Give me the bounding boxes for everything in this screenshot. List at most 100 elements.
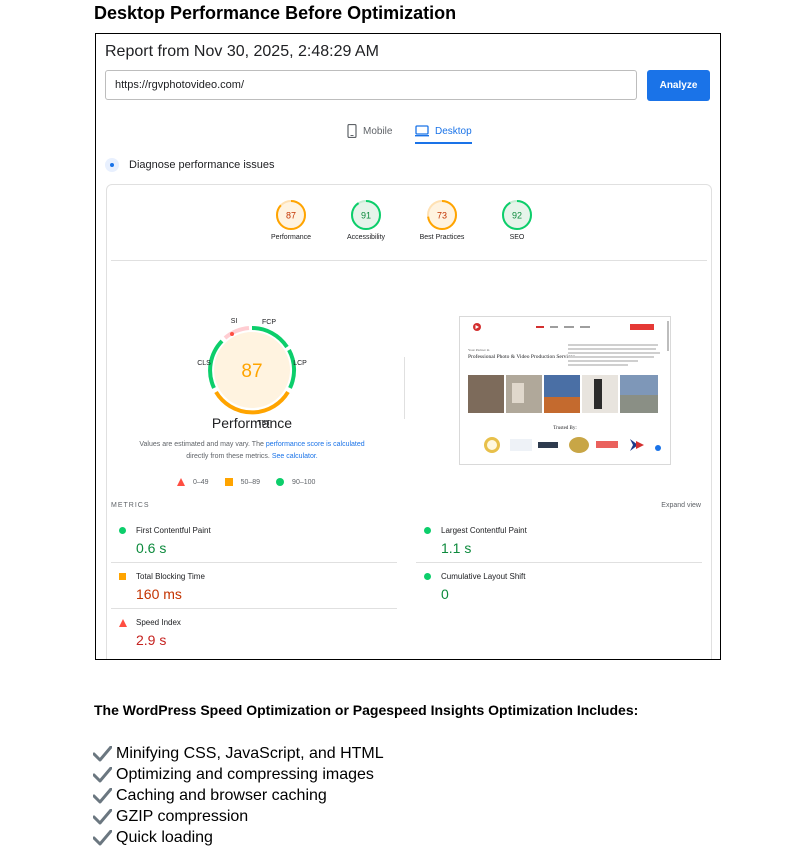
score-note: Values are estimated and may vary. The p… — [127, 439, 377, 463]
metric-divider — [111, 608, 397, 609]
mobile-phone-icon — [347, 124, 357, 138]
gauge-performance[interactable]: 87 Performance — [256, 199, 326, 241]
si-marker — [230, 332, 234, 336]
metric-name: Largest Contentful Paint — [441, 526, 527, 535]
metric-value: 0 — [441, 586, 449, 602]
pagespeed-report-screenshot: Report from Nov 30, 2025, 2:48:29 AM Ana… — [95, 33, 721, 660]
list-item-text: GZIP compression — [116, 808, 249, 825]
see-calculator-link[interactable]: See calculator. — [272, 453, 318, 460]
seo-score: 92 — [512, 211, 522, 221]
metric-name: Speed Index — [136, 618, 181, 627]
red-triangle-icon — [177, 478, 185, 486]
metric-value: 0.6 s — [136, 540, 167, 556]
performance-score: 87 — [286, 211, 296, 221]
tab-mobile-label: Mobile — [363, 125, 393, 137]
final-screenshot-thumbnail[interactable]: Your Partner in Professional Photo & Vid… — [459, 316, 671, 465]
metric-value: 1.1 s — [441, 540, 472, 556]
checkmark-icon — [93, 829, 112, 845]
desktop-monitor-icon — [415, 125, 429, 137]
includes-heading: The WordPress Speed Optimization or Page… — [94, 702, 639, 718]
legend-poor-label: 0–49 — [193, 478, 209, 486]
list-item: GZIP compression — [93, 806, 384, 827]
list-item-text: Quick loading — [116, 829, 213, 846]
fail-triangle-icon — [119, 619, 127, 627]
website-preview-image: Your Partner in Professional Photo & Vid… — [460, 317, 670, 464]
includes-list: Minifying CSS, JavaScript, and HTML Opti… — [93, 743, 384, 848]
list-item-text: Optimizing and compressing images — [116, 766, 374, 783]
vertical-divider — [404, 357, 405, 419]
gauge-accessibility[interactable]: 91 Accessibility — [331, 199, 401, 241]
document-heading: Desktop Performance Before Optimization — [94, 3, 457, 23]
preview-trusted-by: Trusted By: — [553, 426, 577, 431]
pass-circle-icon — [424, 527, 431, 534]
list-item: Caching and browser caching — [93, 785, 384, 806]
list-item: Optimizing and compressing images — [93, 764, 384, 785]
preview-subheading: Your Partner in — [468, 348, 490, 352]
list-item: Minifying CSS, JavaScript, and HTML — [93, 743, 384, 764]
metric-name: First Contentful Paint — [136, 526, 211, 535]
diagnose-label: Diagnose performance issues — [129, 159, 275, 171]
url-input[interactable] — [105, 70, 637, 100]
list-item-text: Minifying CSS, JavaScript, and HTML — [116, 745, 384, 762]
seo-gauge-ring: 92 — [502, 200, 532, 230]
checkmark-icon — [93, 766, 112, 782]
fcp-label: FCP — [262, 319, 276, 326]
lcp-label: LCP — [293, 360, 307, 367]
performance-gauge-ring: 87 — [276, 200, 306, 230]
metric-value: 160 ms — [136, 586, 182, 602]
metric-name: Total Blocking Time — [136, 572, 205, 581]
legend-good-label: 90–100 — [292, 478, 316, 486]
metric-value: 2.9 s — [136, 632, 167, 648]
category-gauges: 87 Performance 91 Accessibility 73 Best — [107, 199, 711, 261]
gauge-label-accessibility: Accessibility — [346, 234, 386, 241]
orange-square-icon — [224, 478, 233, 486]
gauge-label-performance: Performance — [270, 234, 312, 241]
green-circle-icon — [276, 478, 285, 486]
metrics-section-title: METRICS — [111, 502, 150, 509]
legend-good: 90–100 — [276, 478, 315, 486]
performance-label: Performance — [211, 415, 293, 431]
report-card: 87 Performance 91 Accessibility 73 Best — [106, 184, 712, 659]
note-text-2: directly from these metrics. — [186, 453, 272, 460]
cls-label: CLS — [197, 360, 211, 367]
list-item-text: Caching and browser caching — [116, 787, 327, 804]
preview-heading: Professional Photo & Video Production Se… — [468, 353, 575, 360]
metric-divider — [416, 562, 702, 563]
gauge-label-best-practices: Best Practices — [419, 234, 465, 241]
performance-metrics-gauge: 87 SI FCP LCP TBT CLS — [197, 318, 307, 427]
average-square-icon — [119, 573, 126, 580]
list-item: Quick loading — [93, 827, 384, 848]
active-tab-indicator — [415, 142, 472, 144]
accessibility-score: 91 — [361, 211, 371, 221]
pass-circle-icon — [119, 527, 126, 534]
diagnose-section-header: Diagnose performance issues — [105, 158, 275, 172]
big-performance-score: 87 — [241, 361, 262, 382]
expand-view-link[interactable]: Expand view — [661, 502, 701, 509]
metric-divider — [111, 562, 397, 563]
si-label: SI — [231, 318, 238, 325]
gauge-seo[interactable]: 92 SEO — [482, 199, 552, 241]
score-legend: 0–49 50–89 90–100 — [177, 478, 315, 486]
best-practices-gauge-ring: 73 — [427, 200, 457, 230]
checkmark-icon — [93, 808, 112, 824]
section-divider — [111, 260, 707, 261]
legend-average: 50–89 — [224, 478, 261, 486]
tab-desktop-label: Desktop — [435, 125, 472, 137]
checkmark-icon — [93, 787, 112, 803]
tab-mobile[interactable]: Mobile — [347, 119, 392, 143]
best-practices-score: 73 — [437, 211, 447, 221]
performance-score-link[interactable]: performance score is calculated — [266, 441, 365, 448]
gauge-label-seo: SEO — [509, 234, 525, 241]
gauge-best-practices[interactable]: 73 Best Practices — [407, 199, 477, 241]
accessibility-gauge-ring: 91 — [351, 200, 381, 230]
tab-desktop[interactable]: Desktop — [415, 119, 472, 144]
note-text: Values are estimated and may vary. The — [139, 441, 266, 448]
legend-average-label: 50–89 — [240, 478, 261, 486]
analyze-button[interactable]: Analyze — [647, 70, 710, 101]
metric-name: Cumulative Layout Shift — [441, 572, 526, 581]
pass-circle-icon — [424, 573, 431, 580]
report-title: Report from Nov 30, 2025, 2:48:29 AM — [105, 43, 379, 60]
checkmark-icon — [93, 745, 112, 761]
diagnose-icon — [105, 158, 119, 172]
legend-poor: 0–49 — [177, 478, 209, 486]
